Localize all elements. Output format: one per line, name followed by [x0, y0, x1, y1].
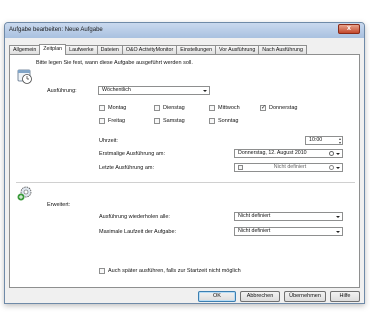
last-run-label: Letzte Ausführung am:	[99, 165, 155, 171]
day-label: Freitag	[108, 118, 126, 124]
day-checkbox-freitag[interactable]: Freitag	[99, 118, 125, 124]
dialog-window: Aufgabe bearbeiten: Neue Aufgabe x Allge…	[4, 22, 365, 304]
day-label: Dienstag	[163, 105, 185, 111]
checkbox-box	[99, 118, 105, 124]
chevron-down-icon	[336, 166, 340, 169]
checkbox-box[interactable]	[238, 165, 243, 170]
apply-button[interactable]: Übernehmen	[284, 291, 326, 302]
title-bar[interactable]: Aufgabe bearbeiten: Neue Aufgabe x	[5, 23, 364, 38]
window-title: Aufgabe bearbeiten: Neue Aufgabe	[9, 27, 103, 33]
chevron-down-icon	[336, 215, 340, 218]
run-later-label: Auch später ausführen, falls zur Startze…	[108, 268, 241, 274]
day-label: Montag	[108, 105, 127, 111]
run-later-checkbox[interactable]: Auch später ausführen, falls zur Startze…	[99, 268, 241, 274]
cancel-button[interactable]: Abbrechen	[240, 291, 280, 302]
help-button[interactable]: Hilfe	[330, 291, 360, 302]
close-button[interactable]: x	[338, 24, 360, 34]
chevron-down-icon	[203, 89, 207, 92]
tab-panel-zeitplan: Bitte legen Sie fest, wann diese Aufgabe…	[9, 54, 360, 288]
day-label: Donnerstag	[269, 105, 298, 111]
time-value: 10:00	[309, 137, 323, 143]
last-run-value: Nicht definiert	[273, 164, 307, 170]
spinner-arrows-icon[interactable]: ▴ ▾	[339, 137, 341, 145]
intro-text: Bitte legen Sie fest, wann diese Aufgabe…	[36, 60, 193, 66]
day-checkbox-samstag[interactable]: Samstag	[154, 118, 185, 124]
repeat-dropdown[interactable]: Nicht definiert	[234, 212, 343, 221]
repeat-label: Ausführung wiederholen alle:	[99, 214, 170, 220]
calendar-icon	[329, 151, 334, 156]
max-runtime-dropdown[interactable]: Nicht definiert	[234, 227, 343, 236]
chevron-down-icon	[336, 152, 340, 155]
checkbox-box	[99, 105, 105, 111]
schedule-dropdown[interactable]: Wöchentlich	[98, 86, 210, 95]
checkbox-box	[99, 268, 105, 274]
day-checkbox-mittwoch[interactable]: Mittwoch	[209, 105, 240, 111]
checkbox-box	[209, 118, 215, 124]
day-checkbox-dienstag[interactable]: Dienstag	[154, 105, 185, 111]
schedule-value: Wöchentlich	[102, 87, 131, 93]
repeat-value: Nicht definiert	[238, 213, 271, 219]
checkbox-box	[209, 105, 215, 111]
day-label: Samstag	[163, 118, 185, 124]
day-label: Sonntag	[218, 118, 239, 124]
section-divider	[16, 182, 355, 183]
day-checkbox-montag[interactable]: Montag	[99, 105, 126, 111]
tab-zeitplan[interactable]: Zeitplan	[39, 44, 67, 55]
max-runtime-label: Maximale Laufzeit der Aufgabe:	[99, 229, 177, 235]
last-run-date-picker[interactable]: Nicht definiert	[234, 163, 343, 172]
first-run-value: Donnerstag, 12. August 2010	[238, 150, 307, 156]
checkbox-box	[154, 118, 160, 124]
advanced-label: Erweitert:	[47, 202, 71, 208]
time-label: Uhrzeit:	[99, 138, 118, 144]
schedule-label: Ausführung:	[47, 88, 77, 94]
first-run-label: Erstmalige Ausführung am:	[99, 151, 166, 157]
chevron-down-icon	[336, 230, 340, 233]
day-label: Mittwoch	[218, 105, 240, 111]
day-checkbox-donnerstag[interactable]: ✓ Donnerstag	[260, 105, 297, 111]
calendar-icon	[329, 165, 334, 170]
time-spinner[interactable]: 10:00 ▴ ▾	[305, 136, 343, 145]
check-icon: ✓	[260, 105, 267, 111]
day-checkbox-sonntag[interactable]: Sonntag	[209, 118, 239, 124]
first-run-date-picker[interactable]: Donnerstag, 12. August 2010	[234, 149, 343, 158]
checkbox-box	[154, 105, 160, 111]
calendar-clock-icon	[16, 67, 34, 85]
max-runtime-value: Nicht definiert	[238, 228, 271, 234]
ok-button[interactable]: OK	[198, 291, 236, 302]
gear-add-icon	[16, 184, 34, 202]
